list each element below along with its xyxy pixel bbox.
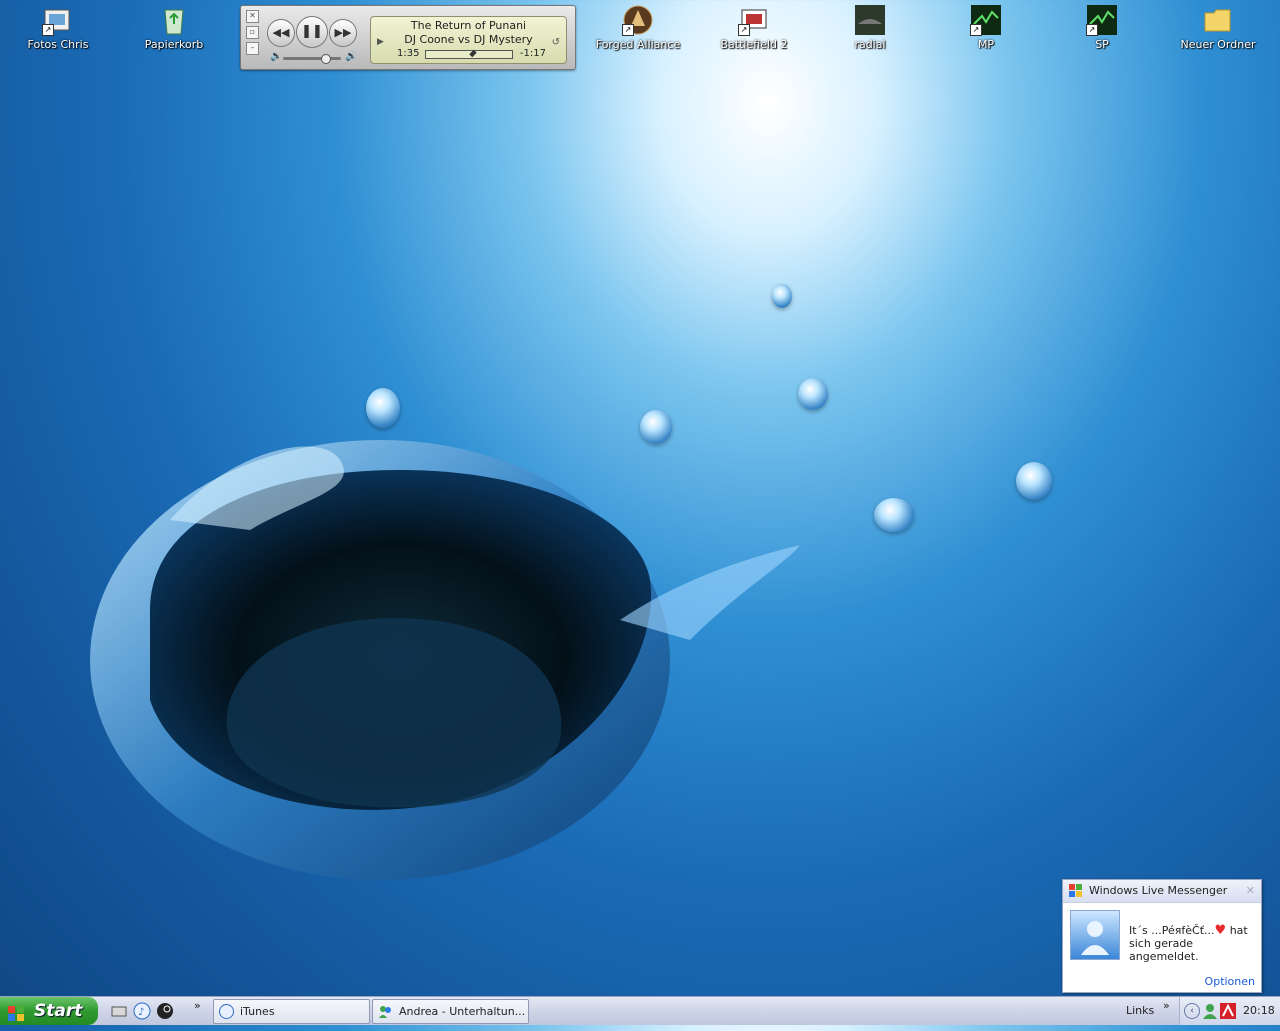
- task-label: Andrea - Unterhaltun...: [399, 1005, 526, 1018]
- now-playing-display: ▶ The Return of Punani DJ Coone vs DJ My…: [370, 16, 567, 64]
- shortcut-arrow-icon: ↗: [622, 24, 634, 36]
- song-title: The Return of Punani: [410, 19, 527, 32]
- antivirus-icon[interactable]: [1220, 1003, 1236, 1023]
- start-button[interactable]: Start: [0, 997, 98, 1025]
- water-drop: [640, 410, 672, 444]
- car-icon: [854, 4, 886, 36]
- messenger-notification[interactable]: Windows Live Messenger ✕ It´s ...PéяfèČť…: [1062, 879, 1262, 993]
- shortcut-arrow-icon: ↗: [738, 24, 750, 36]
- avatar: [1070, 910, 1120, 960]
- windows-logo-icon: [1068, 883, 1084, 899]
- desktop-icon-fotos-chris[interactable]: ↗ Fotos Chris: [8, 4, 108, 51]
- messenger-status-icon[interactable]: [1202, 1003, 1218, 1023]
- options-link[interactable]: Optionen: [1205, 975, 1255, 988]
- water-drop: [1016, 462, 1052, 500]
- contact-name: It´s ...PéяfèČť...: [1129, 924, 1215, 937]
- water-drop: [874, 498, 914, 532]
- water-drop: [772, 284, 792, 308]
- chevron-left-icon[interactable]: ‹: [1184, 1003, 1200, 1019]
- photo-folder-icon: ↗: [42, 4, 74, 36]
- windows-logo-icon: [8, 1003, 25, 1021]
- shortcut-arrow-icon: ↗: [1086, 24, 1098, 36]
- links-toolbar-label[interactable]: Links: [1126, 1004, 1154, 1017]
- chevron-right-icon[interactable]: »: [1163, 999, 1170, 1012]
- water-drop: [798, 378, 828, 410]
- minimize-icon[interactable]: –: [246, 42, 259, 55]
- next-track-button[interactable]: ▶▶: [329, 19, 357, 47]
- notification-header: Windows Live Messenger ✕: [1063, 880, 1261, 903]
- taskbar-button-itunes[interactable]: iTunes: [213, 999, 370, 1024]
- notification-title: Windows Live Messenger: [1089, 884, 1228, 897]
- desktop-icon-forged-alliance[interactable]: ↗ Forged Alliance: [588, 4, 688, 51]
- recycle-bin-icon: [158, 4, 190, 36]
- volume-knob[interactable]: [320, 54, 331, 64]
- previous-track-button[interactable]: ◀◀: [267, 19, 295, 47]
- desktop-icon-sp[interactable]: ↗ SP: [1052, 4, 1152, 51]
- desktop-icon-label: Forged Alliance: [595, 38, 681, 51]
- desktop-icon-papierkorb[interactable]: Papierkorb: [124, 4, 224, 51]
- cod4-mp-icon: ↗: [970, 4, 1002, 36]
- desktop-icon-label: Papierkorb: [144, 38, 204, 51]
- close-icon[interactable]: ✕: [1246, 880, 1255, 902]
- battlefield-icon: ↗: [738, 4, 770, 36]
- shortcut-arrow-icon: ↗: [42, 24, 54, 36]
- desktop-icon-label: Neuer Ordner: [1180, 38, 1256, 51]
- taskbar-button-messenger[interactable]: Andrea - Unterhaltun...: [372, 999, 529, 1024]
- steam-icon[interactable]: [156, 1002, 174, 1020]
- water-drop: [366, 388, 400, 428]
- message-line2: sich gerade angemeldet.: [1129, 937, 1199, 963]
- chevron-right-icon[interactable]: »: [194, 999, 201, 1012]
- progress-knob[interactable]: [469, 49, 477, 58]
- shortcut-arrow-icon: ↗: [970, 24, 982, 36]
- desktop-icon-label: Battlefield 2: [720, 38, 788, 51]
- desktop-icon-label: Fotos Chris: [27, 38, 89, 51]
- desktop-icon-mp[interactable]: ↗ MP: [936, 4, 1036, 51]
- task-label: iTunes: [240, 1005, 275, 1018]
- snapback-icon[interactable]: ↺: [552, 37, 560, 48]
- volume-high-icon: 🔊: [345, 51, 358, 62]
- heart-icon: ♥: [1214, 923, 1227, 938]
- pause-button[interactable]: ❚❚: [296, 16, 328, 48]
- wallpaper: [90, 440, 800, 880]
- notification-message: It´s ...PéяfèČť...♥ hat sich gerade ange…: [1129, 924, 1257, 963]
- desktop-icon-neuer-ordner[interactable]: Neuer Ordner: [1168, 4, 1268, 51]
- elapsed-time: 1:35: [397, 48, 420, 59]
- remaining-time: -1:17: [519, 48, 546, 59]
- itunes-icon[interactable]: ♪: [133, 1002, 151, 1020]
- system-tray: ‹ 20:18: [1179, 997, 1280, 1025]
- forged-alliance-icon: ↗: [622, 4, 654, 36]
- track-progress-bar[interactable]: [425, 49, 513, 59]
- itunes-mini-player[interactable]: ✕ ▫ – ◀◀ ❚❚ ▶▶ 🔈 🔊 ▶ The Return of Punan…: [240, 5, 576, 70]
- svg-text:♪: ♪: [138, 1007, 144, 1018]
- start-label: Start: [34, 1001, 83, 1021]
- clock: 20:18: [1243, 1004, 1275, 1017]
- volume-slider[interactable]: [283, 54, 341, 64]
- itunes-icon: [219, 1004, 234, 1019]
- desktop-icon-radial[interactable]: radial: [820, 4, 920, 51]
- message-suffix: hat: [1229, 924, 1248, 937]
- artist-name: DJ Coone vs DJ Mystery: [404, 33, 533, 46]
- restore-icon[interactable]: ▫: [246, 26, 259, 39]
- desktop-icon-label: radial: [854, 38, 886, 51]
- desktop-icon-label: SP: [1095, 38, 1109, 51]
- taskbar: Start ♪ » iTunes Andrea - Unterhaltun...…: [0, 996, 1280, 1025]
- show-desktop-icon[interactable]: [110, 1002, 128, 1020]
- folder-icon: [1202, 4, 1234, 36]
- desktop-icon-label: MP: [977, 38, 995, 51]
- desktop-icon-battlefield-2[interactable]: ↗ Battlefield 2: [704, 4, 804, 51]
- close-icon[interactable]: ✕: [246, 10, 259, 23]
- cod4-sp-icon: ↗: [1086, 4, 1118, 36]
- volume-low-icon: 🔈: [270, 51, 283, 62]
- messenger-icon: [378, 1004, 393, 1019]
